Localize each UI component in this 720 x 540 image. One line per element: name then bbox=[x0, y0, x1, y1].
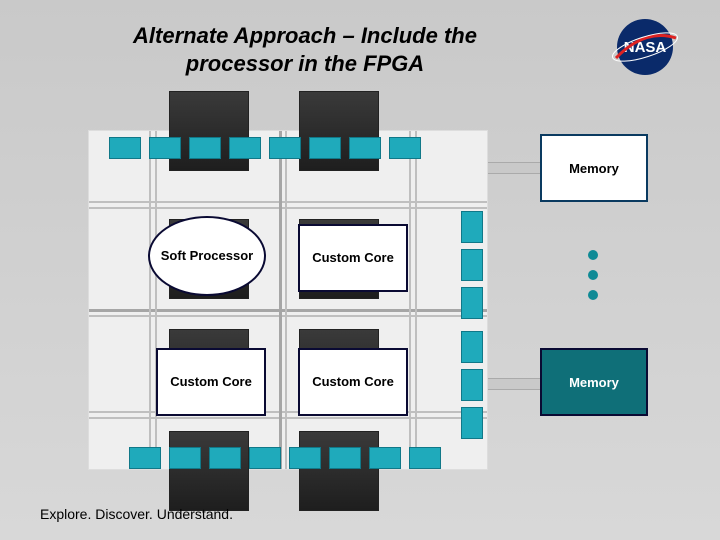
memory-block-bottom: Memory bbox=[540, 348, 648, 416]
fpga-diagram: Soft Processor Custom Core Custom Core C… bbox=[88, 130, 648, 470]
custom-core-tr-label: Custom Core bbox=[312, 250, 394, 266]
custom-core-bottom-left: Custom Core bbox=[156, 348, 266, 416]
custom-core-top-right: Custom Core bbox=[298, 224, 408, 292]
footer-tagline: Explore. Discover. Understand. bbox=[40, 506, 233, 522]
memory-top-label: Memory bbox=[569, 161, 619, 176]
ellipsis-dot-icon bbox=[588, 270, 598, 280]
ellipsis-dot-icon bbox=[588, 290, 598, 300]
custom-core-br-label: Custom Core bbox=[312, 374, 394, 390]
memory-bottom-label: Memory bbox=[569, 375, 619, 390]
memory-block-top: Memory bbox=[540, 134, 648, 202]
title-text: Alternate Approach – Include the process… bbox=[90, 22, 520, 77]
custom-core-bl-label: Custom Core bbox=[170, 374, 252, 390]
ellipsis-dot-icon bbox=[588, 250, 598, 260]
custom-core-bottom-right: Custom Core bbox=[298, 348, 408, 416]
fpga-fabric bbox=[88, 130, 488, 470]
soft-processor-label: Soft Processor bbox=[161, 248, 253, 264]
soft-processor-block: Soft Processor bbox=[148, 216, 266, 296]
nasa-logo-icon: NASA bbox=[610, 18, 680, 76]
slide-title: Alternate Approach – Include the process… bbox=[90, 22, 520, 77]
